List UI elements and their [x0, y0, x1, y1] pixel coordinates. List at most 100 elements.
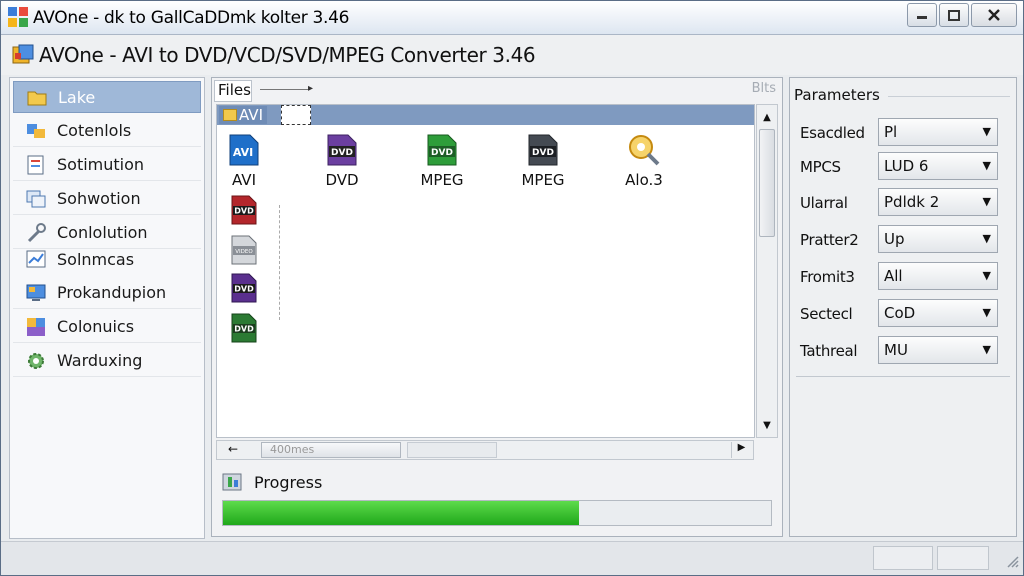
mpeg-file-icon-2: DVD: [528, 134, 558, 166]
controls-icon: [27, 123, 45, 138]
dvd-red-icon[interactable]: DVD: [229, 195, 259, 225]
selected-folder-label[interactable]: AVI: [219, 106, 267, 124]
param-value: Up: [884, 230, 905, 248]
dropdown-arrow-icon: ▼: [982, 306, 991, 319]
param-label: Esacdled: [800, 124, 865, 142]
scroll-left-button[interactable]: ←: [219, 442, 247, 458]
selected-row[interactable]: AVI: [217, 105, 754, 125]
param-label: Pratter2: [800, 231, 859, 249]
sidebar-item-solnmcas[interactable]: Solnmcas: [13, 243, 201, 275]
svg-text:DVD: DVD: [431, 148, 453, 158]
file-item-label: MPEG: [420, 171, 464, 189]
param-select[interactable]: Pdldk 2 ▼: [878, 188, 998, 216]
app-window: AVOne - dk to GallCaDDmk kolter 3.46 AVO…: [0, 0, 1024, 576]
param-label: Ularral: [800, 194, 848, 212]
param-label: Fromit3: [800, 268, 855, 286]
scroll-right-button[interactable]: ▶: [731, 442, 751, 458]
file-item-mpeg-2[interactable]: DVD MPEG: [508, 133, 578, 189]
video-gray-icon[interactable]: VIDEO: [229, 235, 259, 265]
dvd-purple-icon[interactable]: DVD: [229, 273, 259, 303]
file-item-alo3[interactable]: Alo.3: [609, 133, 679, 189]
sidebar-item-cotenlols[interactable]: Cotenlols: [13, 115, 201, 147]
param-value: MU: [884, 341, 908, 359]
dvd-green-icon[interactable]: DVD: [229, 313, 259, 343]
svg-text:DVD: DVD: [234, 325, 254, 334]
svg-text:VIDEO: VIDEO: [235, 249, 253, 255]
vertical-scrollbar[interactable]: ▲ ▼: [756, 104, 778, 438]
progress-label: Progress: [254, 473, 323, 492]
parameters-panel: Parameters Esacdled Pl ▼ MPCS LUD 6 ▼ Ular…: [789, 77, 1017, 537]
param-select[interactable]: Pl ▼: [878, 118, 998, 146]
dropdown-arrow-icon: ▼: [982, 232, 991, 245]
windows-icon: [26, 190, 46, 207]
minimize-icon: [917, 16, 927, 19]
scroll-down-button[interactable]: ▼: [758, 415, 776, 435]
scroll-thumb-horizontal[interactable]: 400mes: [261, 442, 401, 458]
file-item-dvd[interactable]: DVD DVD: [307, 133, 377, 189]
sidebar-item-label: Warduxing: [57, 351, 143, 370]
dropdown-arrow-icon: ▼: [982, 125, 991, 138]
sidebar-item-label: Sotimution: [57, 155, 145, 174]
sidebar-item-warduxing[interactable]: Warduxing: [13, 345, 201, 377]
avi-file-icon: AVI: [229, 134, 259, 166]
file-list[interactable]: AVI AVI AVI DVD DVD DVD MPEG DVD MPEG Al…: [216, 104, 755, 438]
param-value: Pl: [884, 123, 898, 141]
file-item-avi[interactable]: AVI AVI: [209, 133, 279, 189]
folder-icon: [223, 109, 237, 121]
wrench-icon: [27, 222, 46, 242]
dropdown-arrow-icon: ▼: [982, 343, 991, 356]
sidebar-item-sotimution[interactable]: Sotimution: [13, 149, 201, 181]
param-row: Sectecl CoD ▼: [800, 299, 1010, 329]
sidebar-item-colonuics[interactable]: Colonuics: [13, 311, 201, 343]
param-row: Fromit3 All ▼: [800, 262, 1010, 292]
title-bar[interactable]: AVOne - dk to GallCaDDmk kolter 3.46: [1, 1, 1023, 35]
progress-icon: [222, 473, 242, 491]
param-row: Pratter2 Up ▼: [800, 225, 1010, 255]
window-title: AVOne - dk to GallCaDDmk kolter 3.46: [33, 8, 350, 28]
dropdown-arrow-icon: ▼: [982, 269, 991, 282]
file-item-label: DVD: [325, 171, 359, 189]
sidebar-item-prokandupion[interactable]: Prokandupion: [13, 277, 201, 309]
sidebar-item-sohwotion[interactable]: Sohwotion: [13, 183, 201, 215]
sidebar-item-label: Prokandupion: [57, 283, 167, 302]
gear-icon: [28, 352, 44, 369]
param-row: MPCS LUD 6 ▼: [800, 152, 1010, 182]
files-panel: Files ▸ Blts AVI AVI AVI DVD DVD DVD MPE…: [211, 77, 783, 537]
scroll-thumb[interactable]: [759, 129, 775, 237]
param-select[interactable]: All ▼: [878, 262, 998, 290]
rename-field[interactable]: [281, 105, 311, 125]
maximize-button[interactable]: [939, 3, 969, 27]
svg-text:DVD: DVD: [331, 148, 353, 158]
param-select[interactable]: CoD ▼: [878, 299, 998, 327]
param-select[interactable]: Up ▼: [878, 225, 998, 253]
sidebar-item-label: Cotenlols: [57, 121, 132, 140]
tab-arrow-icon[interactable]: ▸: [308, 83, 313, 94]
progress-bar: [222, 500, 772, 526]
scroll-track[interactable]: [407, 442, 497, 458]
minimize-button[interactable]: [907, 3, 937, 27]
parameters-separator: [796, 376, 1010, 377]
param-select[interactable]: LUD 6 ▼: [878, 152, 998, 180]
files-corner-label: Blts: [751, 81, 776, 96]
param-value: CoD: [884, 304, 916, 322]
param-select[interactable]: MU ▼: [878, 336, 998, 364]
horizontal-scrollbar[interactable]: ← 400mes ▶: [216, 440, 754, 460]
tab-files[interactable]: Files: [214, 80, 252, 102]
parameters-title: Parameters: [794, 86, 880, 104]
close-button[interactable]: [971, 3, 1017, 27]
file-item-label: AVI: [232, 171, 256, 189]
param-label: Sectecl: [800, 305, 853, 323]
app-header: AVOne - AVI to DVD/VCD/SVD/MPEG Converte…: [1, 35, 1023, 75]
svg-text:DVD: DVD: [234, 285, 254, 294]
chart-icon: [26, 250, 46, 268]
scroll-up-button[interactable]: ▲: [758, 107, 776, 127]
sidebar-item-label: Solnmcas: [57, 249, 135, 269]
sidebar-item-lake[interactable]: Lake: [13, 81, 201, 113]
sidebar: Lake Cotenlols Sotimution Sohwotion Conl…: [9, 77, 205, 539]
resize-grip-icon[interactable]: [1005, 554, 1019, 568]
page-title: AVOne - AVI to DVD/VCD/SVD/MPEG Converte…: [39, 43, 536, 67]
file-item-mpeg[interactable]: DVD MPEG: [407, 133, 477, 189]
dropdown-arrow-icon: ▼: [982, 195, 991, 208]
status-cell: [937, 546, 989, 570]
svg-text:AVI: AVI: [233, 146, 253, 159]
